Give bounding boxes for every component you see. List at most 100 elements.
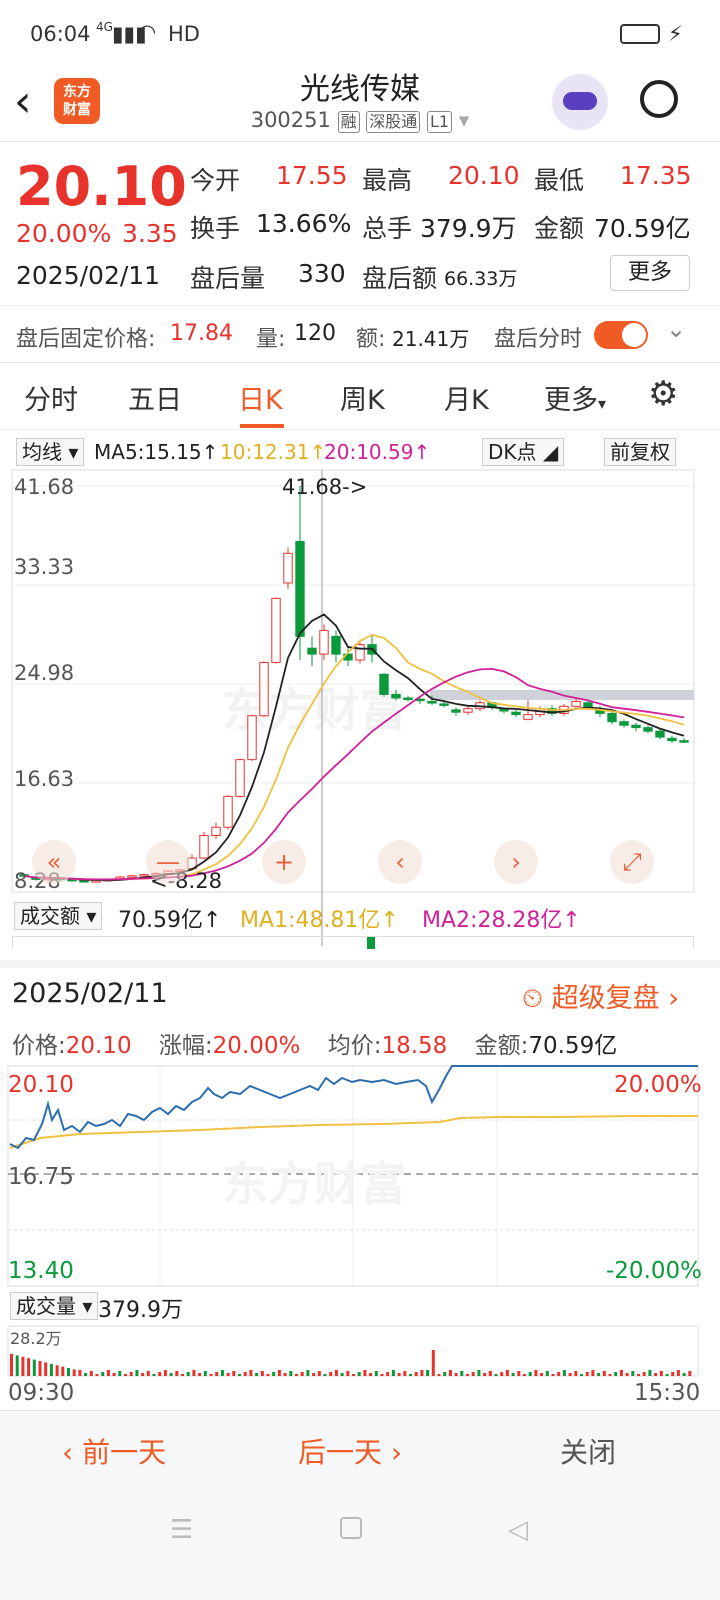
volume-bar xyxy=(654,1373,658,1376)
volume-indicator-selector[interactable]: 成交额 ▾ xyxy=(14,902,103,930)
high-value: 20.10 xyxy=(448,161,520,190)
kline-chart[interactable]: 东方财富 41.68 33.33 24.98 16.63 8.28 41.68-… xyxy=(0,468,720,948)
candle-body xyxy=(235,759,245,797)
volume-bar xyxy=(676,1370,680,1376)
adjust-button[interactable]: 前复权 xyxy=(604,438,676,466)
volume-bar xyxy=(27,1358,31,1376)
search-icon[interactable] xyxy=(640,80,678,118)
volume-bar xyxy=(460,1371,464,1376)
chevron-down-icon: ▾ xyxy=(458,108,470,132)
afterhours-volume-value: 330 xyxy=(298,259,346,288)
volume-bar xyxy=(528,1372,532,1376)
tab-five-day[interactable]: 五日 xyxy=(128,378,182,417)
tab-weekly-k[interactable]: 周K xyxy=(340,378,385,417)
pct-label: 涨幅: xyxy=(158,1033,213,1059)
y-mid-label: 16.75 xyxy=(8,1164,74,1190)
volume-bar xyxy=(363,1370,367,1376)
tab-timeshare[interactable]: 分时 xyxy=(24,378,78,417)
ma10-legend: 10:12.31↑ xyxy=(220,440,327,464)
volume-bar xyxy=(198,1373,202,1376)
fixed-amount-label: 额: xyxy=(356,327,386,352)
amount-label: 金额: xyxy=(474,1033,529,1059)
volume-bar xyxy=(84,1373,88,1376)
volume-bar xyxy=(289,1371,293,1376)
price-line xyxy=(9,1065,698,1150)
volume-bar xyxy=(158,1372,162,1376)
volume-bar xyxy=(61,1366,65,1376)
volume-bar xyxy=(642,1372,646,1376)
tab-more-label: 更多 xyxy=(544,385,598,416)
price-value: 20.10 xyxy=(65,1033,132,1059)
volume-bar xyxy=(551,1374,555,1376)
volume-bar xyxy=(89,1371,93,1376)
volume-bar xyxy=(192,1370,196,1376)
amount-value: 70.59亿 xyxy=(528,1033,618,1059)
volume-bar xyxy=(682,1373,686,1376)
ma-selector[interactable]: 均线 ▾ xyxy=(16,438,85,466)
menu-nav-icon[interactable]: ☰ xyxy=(170,1515,193,1545)
zoom-out-icon[interactable]: — xyxy=(146,840,190,884)
volume-bar xyxy=(15,1355,19,1376)
intraday-chart[interactable]: 东方财富 20.10 16.75 13.40 20.00% -20.00% xyxy=(0,1064,720,1294)
home-nav-icon[interactable] xyxy=(340,1517,362,1539)
tag-level: L1 xyxy=(426,111,453,133)
volume-bar xyxy=(238,1374,241,1376)
candle-body xyxy=(139,874,149,877)
volume-bar xyxy=(346,1371,350,1376)
fixed-price-label: 盘后固定价格: xyxy=(16,327,156,352)
open-value: 17.55 xyxy=(276,161,348,190)
close-button[interactable]: 关闭 xyxy=(560,1431,616,1471)
volume-bar xyxy=(112,1373,116,1376)
back-nav-icon[interactable]: ◁ xyxy=(508,1515,528,1545)
volume-bar xyxy=(477,1370,481,1376)
dk-point-button[interactable]: DK点 ◢ xyxy=(482,438,565,466)
chevron-down-icon[interactable]: ⌄ xyxy=(666,315,686,343)
volume-bar xyxy=(312,1373,316,1376)
volume-bar xyxy=(580,1374,583,1376)
price-label: 价格: xyxy=(12,1033,66,1059)
super-review-link[interactable]: ⏲ 超级复盘 › xyxy=(522,976,679,1015)
amount-label: 金额 xyxy=(534,214,585,243)
pct-top-label: 20.00% xyxy=(614,1072,702,1098)
volume-bar xyxy=(443,1372,447,1376)
afterhours-toggle[interactable] xyxy=(594,321,648,349)
volume-bar xyxy=(352,1374,355,1376)
volume-bar xyxy=(568,1373,572,1376)
candle-body xyxy=(199,835,209,859)
avg-label: 均价: xyxy=(327,1033,382,1059)
stock-code-row[interactable]: 300251 融 深股通 L1 ▾ xyxy=(0,108,720,133)
robot-avatar-icon[interactable] xyxy=(552,74,608,130)
volume-bar xyxy=(659,1371,663,1376)
candle-body xyxy=(271,597,281,663)
battery-icon xyxy=(620,24,660,44)
volume-bar xyxy=(574,1371,578,1376)
volume-selector[interactable]: 成交量 ▾ xyxy=(10,1292,99,1320)
volume-bar xyxy=(454,1373,458,1376)
zoom-in-icon[interactable]: + xyxy=(262,840,306,884)
settings-gear-icon[interactable]: ⚙ xyxy=(648,374,678,414)
volume-bar xyxy=(78,1370,82,1376)
volume-bar xyxy=(243,1372,247,1376)
next-day-button[interactable]: 后一天 › xyxy=(298,1431,402,1471)
volume-bar xyxy=(386,1372,390,1376)
tab-monthly-k[interactable]: 月K xyxy=(444,378,489,417)
candle-body xyxy=(571,701,581,707)
prev-day-button[interactable]: ‹ 前一天 xyxy=(62,1431,166,1471)
intraday-stats: 价格:20.10 涨幅:20.00% 均价:18.58 金额:70.59亿 xyxy=(12,1026,617,1060)
fullscreen-icon[interactable]: ⤢ xyxy=(610,840,654,884)
volume-bar xyxy=(511,1373,515,1376)
scroll-right-icon[interactable]: › xyxy=(494,840,538,884)
volume-bar xyxy=(397,1373,401,1376)
more-button[interactable]: 更多 xyxy=(610,255,690,291)
vol-ma2-legend: MA2:28.28亿↑ xyxy=(422,908,581,933)
status-bar: 06:04 4G ▮▮▮ ◠ HD ⚡ xyxy=(0,0,720,70)
candle-body xyxy=(643,727,653,732)
volume-bar xyxy=(619,1370,623,1376)
rewind-icon[interactable]: « xyxy=(32,840,76,884)
quote-panel: 20.10 20.00% 3.35 2025/02/11 今开 17.55 最高… xyxy=(0,143,720,363)
tab-daily-k[interactable]: 日K xyxy=(238,378,283,417)
tab-more[interactable]: 更多▾ xyxy=(544,378,606,417)
scroll-left-icon[interactable]: ‹ xyxy=(378,840,422,884)
super-review-label: 超级复盘 xyxy=(551,983,660,1014)
volume-bar xyxy=(340,1373,344,1376)
